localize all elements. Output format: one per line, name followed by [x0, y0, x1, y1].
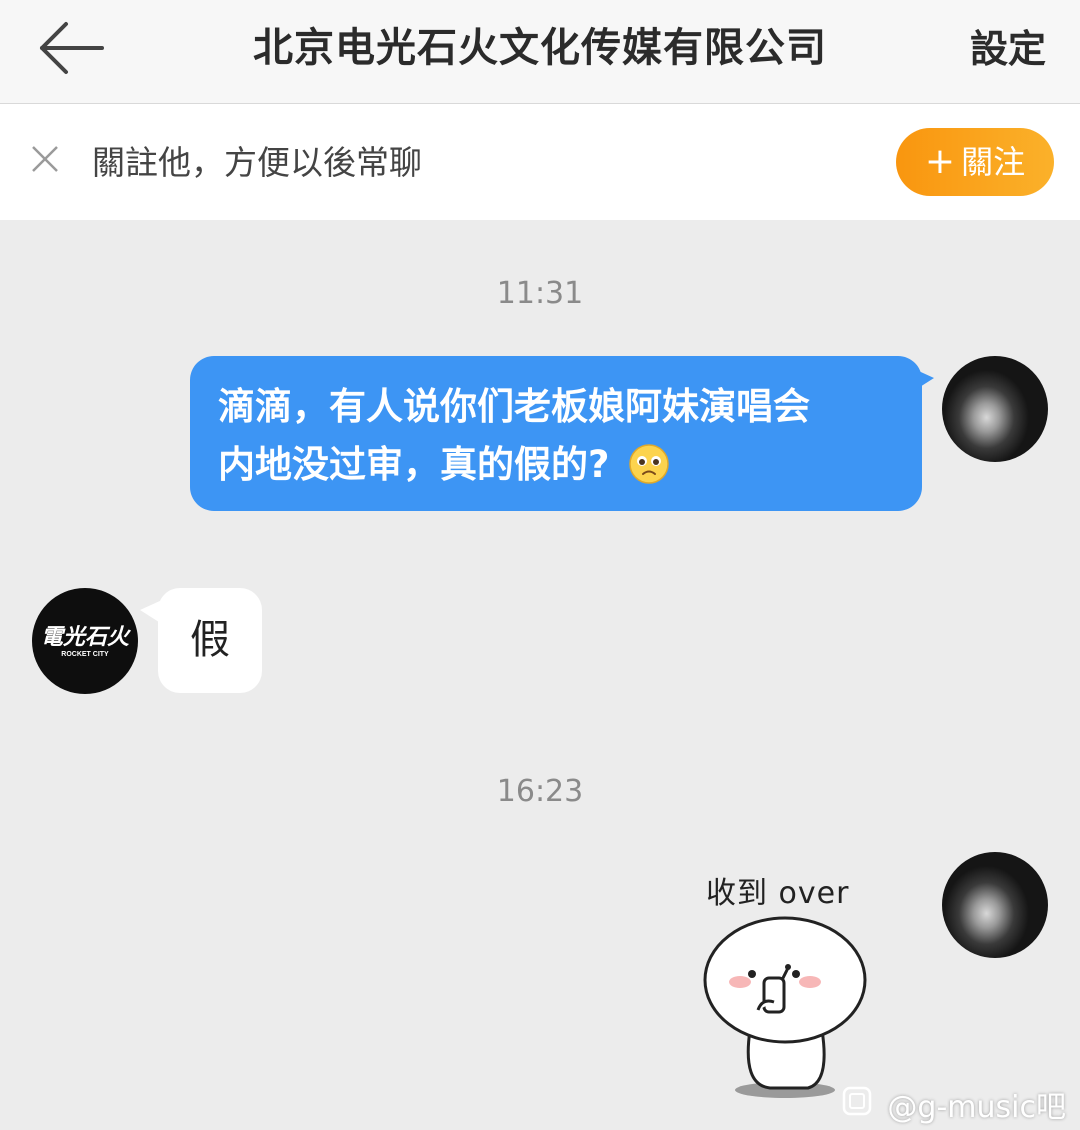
company-avatar[interactable]: 電光石火 ROCKET CITY — [32, 588, 138, 694]
follow-button-label: 關注 — [961, 143, 1026, 181]
follow-button[interactable]: + 關注 — [896, 128, 1054, 196]
top-bar: 北京电光石火文化传媒有限公司 設定 — [0, 0, 1080, 104]
message-text-line-2: 内地没过审，真的假的? — [218, 436, 896, 502]
message-text-line: 滴滴，有人说你们老板娘阿妹演唱会 — [218, 385, 810, 428]
message-timestamp: 16:23 — [496, 774, 584, 809]
pleading-face-emoji — [628, 443, 670, 502]
tieba-watermark-icon — [842, 1086, 872, 1116]
brand-logo-text: 電光石火 — [41, 624, 132, 649]
my-avatar[interactable] — [942, 356, 1048, 462]
bubble-tail — [912, 368, 934, 392]
watermark-text: @g-music吧 — [887, 1090, 1066, 1125]
plus-icon: + — [924, 141, 956, 182]
settings-button[interactable]: 設定 — [970, 0, 1046, 100]
sticker-image[interactable] — [690, 910, 880, 1100]
outgoing-message-bubble[interactable]: 滴滴，有人说你们老板娘阿妹演唱会 内地没过审，真的假的? — [190, 356, 922, 511]
incoming-message-bubble[interactable]: 假 — [158, 588, 262, 693]
sticker-caption: 收到 over — [706, 876, 850, 911]
follow-prompt-text: 關註他，方便以後常聊 — [92, 143, 422, 182]
brand-logo-subtext: ROCKET CITY — [61, 651, 109, 658]
my-avatar[interactable] — [942, 852, 1048, 958]
close-icon[interactable] — [30, 144, 60, 174]
message-timestamp: 11:31 — [496, 276, 584, 311]
chat-title: 北京电光石火文化传媒有限公司 — [253, 25, 827, 71]
